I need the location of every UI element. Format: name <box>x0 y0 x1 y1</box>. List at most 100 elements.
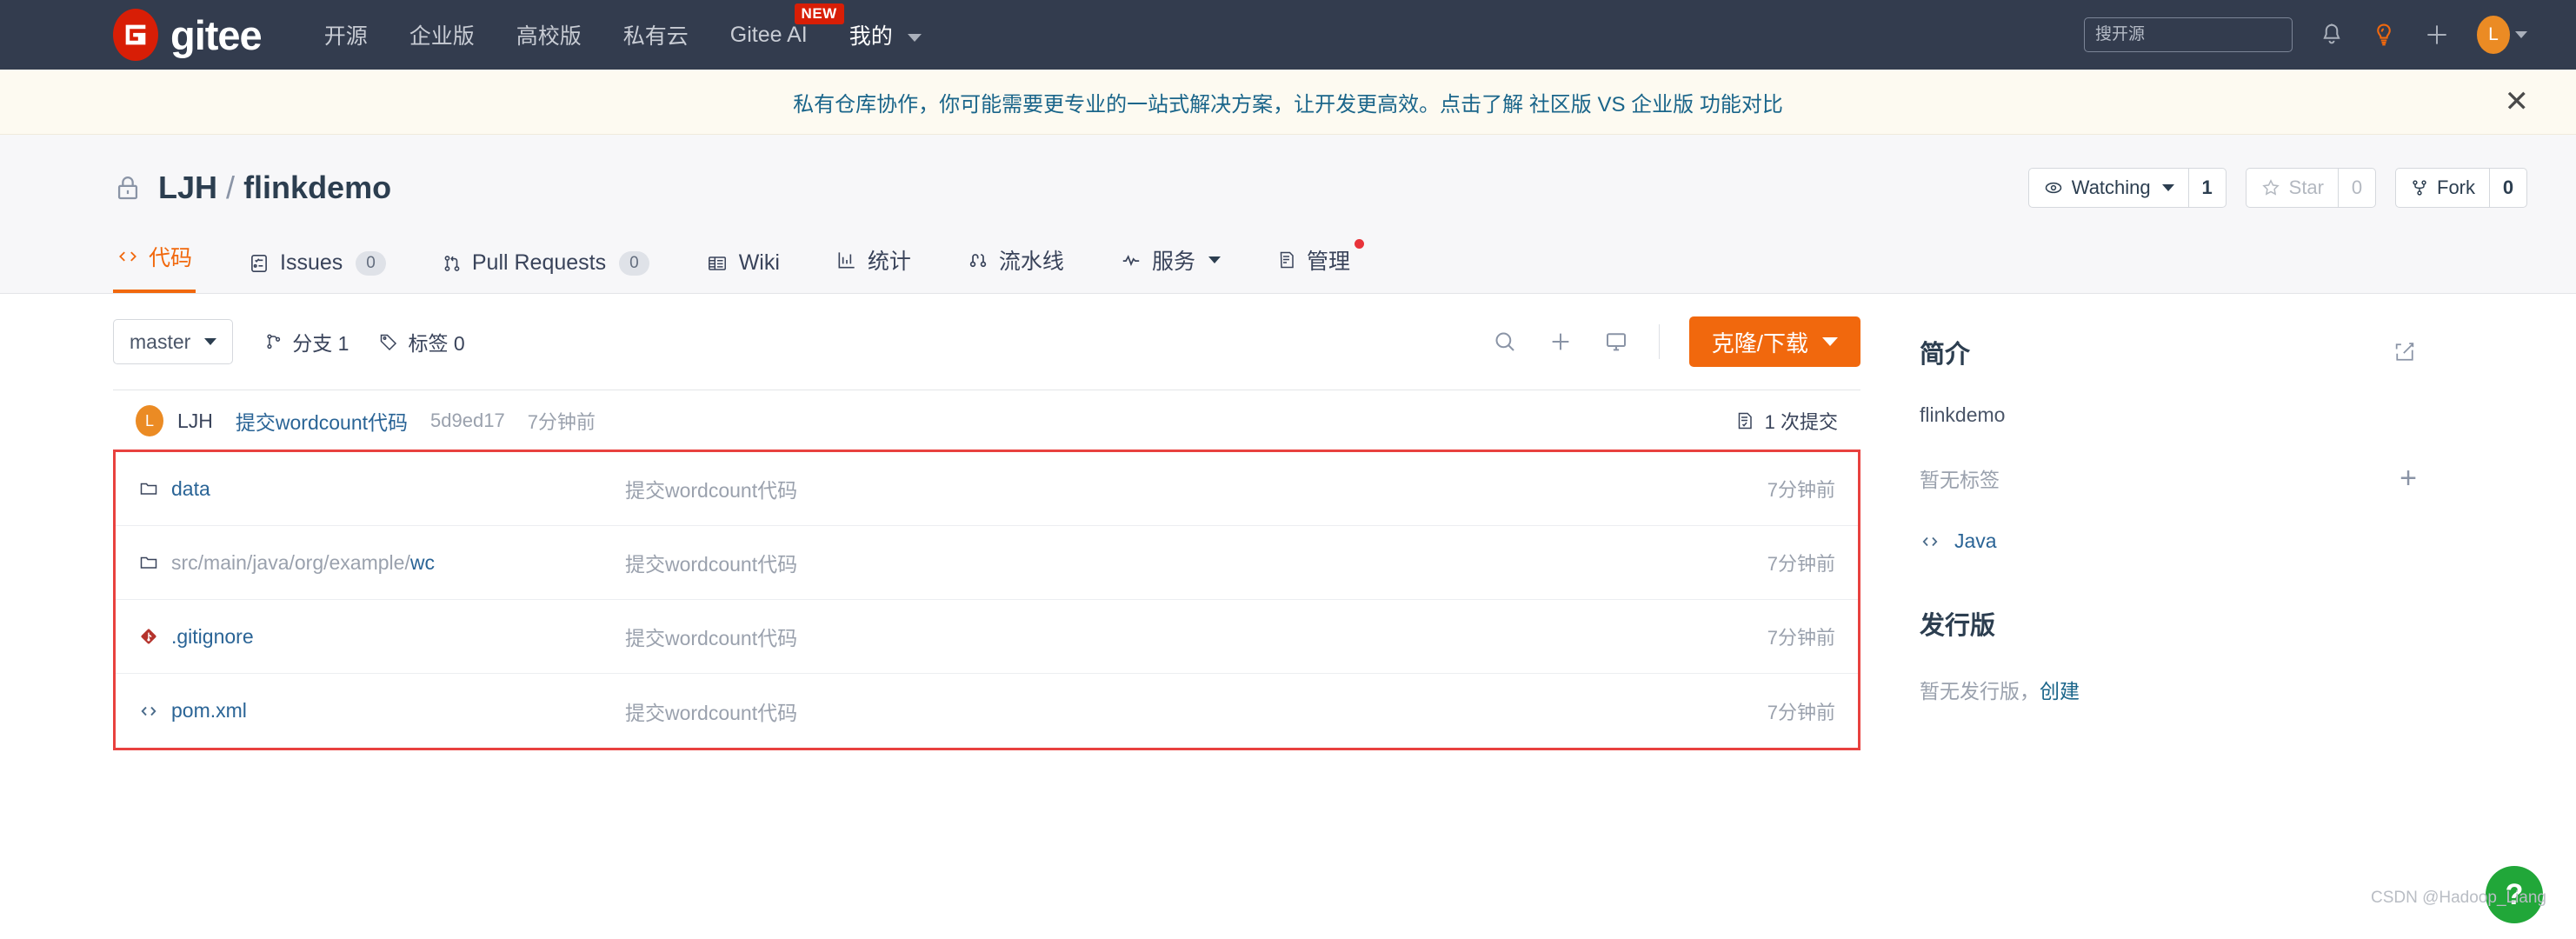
code-file-icon <box>141 706 156 716</box>
add-tag-button[interactable]: + <box>2400 463 2417 493</box>
file-name-link[interactable]: data <box>171 477 210 501</box>
file-path-prefix: src/main/java/org/example/ <box>171 550 410 574</box>
commit-author-name[interactable]: LJH <box>177 410 213 433</box>
close-icon[interactable]: ✕ <box>2505 87 2530 117</box>
tab-services[interactable]: 服务 <box>1116 236 1224 293</box>
edit-icon[interactable] <box>2393 340 2417 364</box>
branch-meta: 分支 1 标签 0 <box>264 327 465 356</box>
manage-icon <box>1280 251 1294 269</box>
plus-icon[interactable] <box>2423 21 2451 49</box>
nav-item-gitee-ai[interactable]: Gitee AI NEW <box>730 3 844 48</box>
file-name-cell[interactable]: .gitignore <box>138 625 625 649</box>
avatar[interactable]: L <box>2477 16 2527 54</box>
tags-link[interactable]: 标签 0 <box>378 327 465 356</box>
nav-item-label: 我的 <box>849 24 893 49</box>
chevron-down-icon <box>1822 337 1838 346</box>
nav-item-label: 私有云 <box>622 24 689 49</box>
branch-selector-label: master <box>130 330 191 353</box>
tab-label: 代码 <box>149 246 193 270</box>
primary-language[interactable]: Java <box>1920 529 2417 553</box>
clone-download-button[interactable]: 克隆/下载 <box>1688 316 1860 367</box>
tab-pipeline[interactable]: 流水线 <box>963 236 1068 293</box>
star-button[interactable]: Star <box>2245 168 2338 208</box>
fork-button-group: Fork 0 <box>2395 168 2527 208</box>
nav-item-private-cloud[interactable]: 私有云 <box>623 19 689 50</box>
commit-count-link[interactable]: 1 次提交 <box>1734 407 1838 435</box>
tab-label: 服务 <box>1151 250 1195 274</box>
tab-label: Pull Requests <box>471 250 607 275</box>
latest-commit-bar: L LJH 提交wordcount代码 5d9ed17 7分钟前 1 次提交 <box>113 390 1860 452</box>
branches-label: 分支 1 <box>292 332 349 355</box>
nav-item-enterprise[interactable]: 企业版 <box>409 19 475 50</box>
commit-count-label: 1 次提交 <box>1764 411 1838 433</box>
help-button[interactable]: ? <box>2486 866 2543 923</box>
tab-pull-requests[interactable]: Pull Requests 0 <box>438 242 653 293</box>
search-icon[interactable] <box>1492 329 1518 355</box>
lightbulb-icon[interactable] <box>2371 22 2397 48</box>
nav-item-education[interactable]: 高校版 <box>516 19 582 50</box>
file-name-link[interactable]: .gitignore <box>171 625 254 649</box>
tab-issues[interactable]: Issues 0 <box>244 242 389 293</box>
star-count[interactable]: 0 <box>2338 168 2376 208</box>
page-title: LJH / flinkdemo <box>158 170 391 206</box>
table-row[interactable]: pom.xml 提交wordcount代码 7分钟前 <box>116 674 1858 748</box>
fork-button[interactable]: Fork <box>2395 168 2489 208</box>
nav-item-opensource[interactable]: 开源 <box>324 19 368 50</box>
table-row[interactable]: data 提交wordcount代码 7分钟前 <box>116 452 1858 526</box>
file-commit-message[interactable]: 提交wordcount代码 <box>625 548 1234 577</box>
folder-icon <box>140 483 157 495</box>
file-name-link[interactable]: wc <box>410 551 435 574</box>
commit-author-avatar[interactable]: L <box>136 405 163 436</box>
bell-icon[interactable] <box>2319 22 2345 48</box>
repository-actions: Watching 1 Star 0 Fork 0 <box>2027 168 2527 208</box>
file-commit-message[interactable]: 提交wordcount代码 <box>625 474 1234 503</box>
code-toolbar: master 分支 1 标签 0 克隆/下载 <box>113 294 1860 390</box>
file-name-cell[interactable]: pom.xml <box>138 699 625 723</box>
promo-banner-link[interactable]: 社区版 VS 企业版 功能对比 <box>1529 93 1783 117</box>
tab-manage[interactable]: 管理 <box>1273 236 1364 293</box>
no-tags-label: 暂无标签 <box>1920 469 2000 491</box>
watch-button[interactable]: Watching <box>2027 168 2188 208</box>
file-commit-message[interactable]: 提交wordcount代码 <box>625 696 1234 726</box>
file-commit-message[interactable]: 提交wordcount代码 <box>625 622 1234 651</box>
notification-dot <box>1354 239 1364 249</box>
file-name-cell[interactable]: src/main/java/org/example/wc <box>138 551 625 575</box>
repo-name[interactable]: flinkdemo <box>243 170 391 205</box>
tag-icon <box>381 334 397 351</box>
wiki-icon <box>708 256 726 270</box>
chevron-down-icon <box>907 33 922 42</box>
tab-label: 管理 <box>1306 250 1350 274</box>
nav-item-mine[interactable]: 我的 <box>849 19 922 50</box>
monitor-icon[interactable] <box>1603 329 1629 355</box>
branches-link[interactable]: 分支 1 <box>264 327 349 356</box>
file-name-cell[interactable]: data <box>138 477 625 501</box>
star-icon <box>2261 179 2280 196</box>
releases-section-title: 发行版 <box>1920 612 1996 640</box>
table-row[interactable]: src/main/java/org/example/wc 提交wordcount… <box>116 526 1858 600</box>
tab-wiki[interactable]: Wiki <box>702 242 783 293</box>
gitee-logo[interactable]: gitee <box>113 9 263 61</box>
page-body: master 分支 1 标签 0 克隆/下载 L LJH 提交wordcount… <box>0 294 2576 750</box>
tab-count-badge: 0 <box>356 250 386 276</box>
fork-count[interactable]: 0 <box>2489 168 2527 208</box>
commit-sha[interactable]: 5d9ed17 <box>430 410 505 432</box>
commit-message[interactable]: 提交wordcount代码 <box>236 406 408 436</box>
pipeline-icon <box>969 254 987 268</box>
branch-icon <box>267 334 281 350</box>
toolbar-right: 克隆/下载 <box>1492 316 1860 367</box>
file-name-link[interactable]: pom.xml <box>171 699 247 723</box>
about-section-header: 简介 <box>1920 334 2417 370</box>
tab-statistics[interactable]: 统计 <box>832 236 915 293</box>
tags-empty-row: 暂无标签 + <box>1920 463 2417 493</box>
branch-selector[interactable]: master <box>113 319 234 364</box>
repo-owner[interactable]: LJH <box>158 170 217 205</box>
search-input[interactable] <box>2084 17 2293 52</box>
clone-download-label: 克隆/下载 <box>1711 330 1808 356</box>
nav-right-group: L <box>2084 16 2527 54</box>
watch-count[interactable]: 1 <box>2187 168 2227 208</box>
tab-count-badge: 0 <box>619 250 649 276</box>
create-release-link[interactable]: 创建 <box>2040 675 2080 704</box>
tab-code[interactable]: 代码 <box>113 232 196 293</box>
plus-icon[interactable] <box>1548 329 1574 355</box>
table-row[interactable]: .gitignore 提交wordcount代码 7分钟前 <box>116 600 1858 674</box>
